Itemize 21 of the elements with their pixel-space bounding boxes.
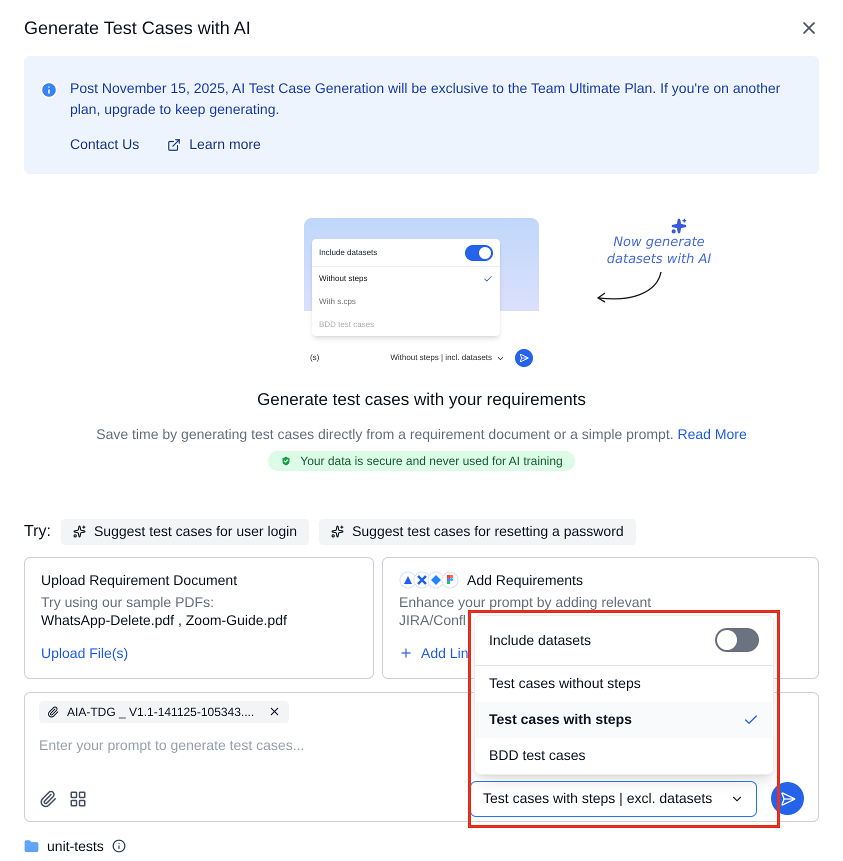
folder-name: unit-tests	[47, 836, 104, 856]
preview-fragment: (s)	[310, 352, 320, 364]
dialog-title: Generate Test Cases with AI	[24, 16, 251, 40]
hero-description: Save time by generating test cases directly from a requirement document or a simple prompt. Read More	[95, 424, 748, 444]
card-title: Add Requirements	[467, 570, 583, 590]
card-text: Try using our sample PDFs:	[41, 592, 214, 610]
hero-heading: Generate test cases with your requirements	[256, 389, 587, 411]
card-text: Enhance your prompt by adding relevant	[399, 592, 652, 610]
notice-text: Post November 15, 2025, AI Test Case Generation will be exclusive to the Team Ultimate Plan. If you're on another plan, upgrade to keep generating.	[70, 79, 782, 119]
card-title: Upload Requirement Document	[41, 570, 238, 590]
card-text: WhatsApp-Delete.pdf , Zoom-Guide.pdf	[41, 610, 287, 628]
preview-mode-label: Without steps | incl. datasets	[390, 352, 505, 364]
preview-option: BDD test cases	[312, 313, 500, 336]
menu-toggle-label: Include datasets	[489, 630, 591, 650]
secure-badge: Your data is secure and never used for AI training	[268, 450, 575, 470]
try-label: Try:	[24, 522, 51, 542]
preview-toggle-label: Include datasets	[319, 246, 378, 258]
card-text: JIRA/Confl	[399, 610, 466, 628]
preview-option: Without steps	[312, 267, 500, 290]
preview-option: With s.cps	[312, 290, 500, 313]
caption-text: Now generate datasets with AI	[606, 234, 712, 268]
